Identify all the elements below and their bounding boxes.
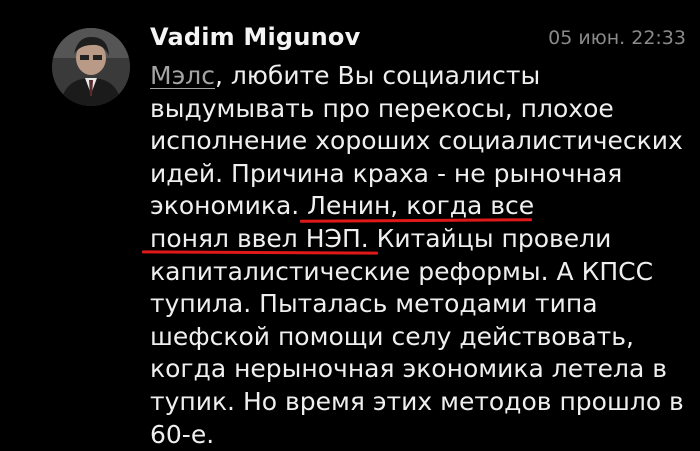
comment-line: идей. Причина краха - не рыночная [150, 158, 623, 188]
comment-line: исполнение хороших социалистических [150, 126, 683, 156]
avatar[interactable] [52, 28, 130, 106]
comment-line: тупила. Пыталась методами типа [150, 289, 598, 319]
comment-timestamp: 05 июн. 22:33 [548, 27, 686, 49]
author-name[interactable]: Vadim Migunov [150, 23, 360, 51]
comment-line: шефской помощи селу действовать, [150, 321, 634, 351]
comment-line: капиталистические реформы. А КПСС [150, 256, 654, 286]
comment-line: , любите Вы социалисты [215, 61, 541, 90]
comment-line: понял ввел НЭП. Китайцы провели [150, 223, 612, 253]
comment-line: тупик. Но время этих методов прошло в [150, 386, 684, 416]
comment-body: Мэлс, любите Вы социалисты выдумывать пр… [150, 60, 690, 451]
mention-link[interactable]: Мэлс [150, 61, 215, 90]
comment-line: экономика. Ленин, когда все [150, 191, 535, 221]
comment-line: 60-е. [150, 419, 215, 449]
comment-card: Vadim Migunov 05 июн. 22:33 Мэлс, любите… [0, 0, 700, 449]
comment-line: когда нерыночная экономика летела в [150, 354, 667, 384]
comment-line: выдумывать про перекосы, плохое [150, 93, 614, 123]
user-photo-icon [52, 28, 130, 106]
